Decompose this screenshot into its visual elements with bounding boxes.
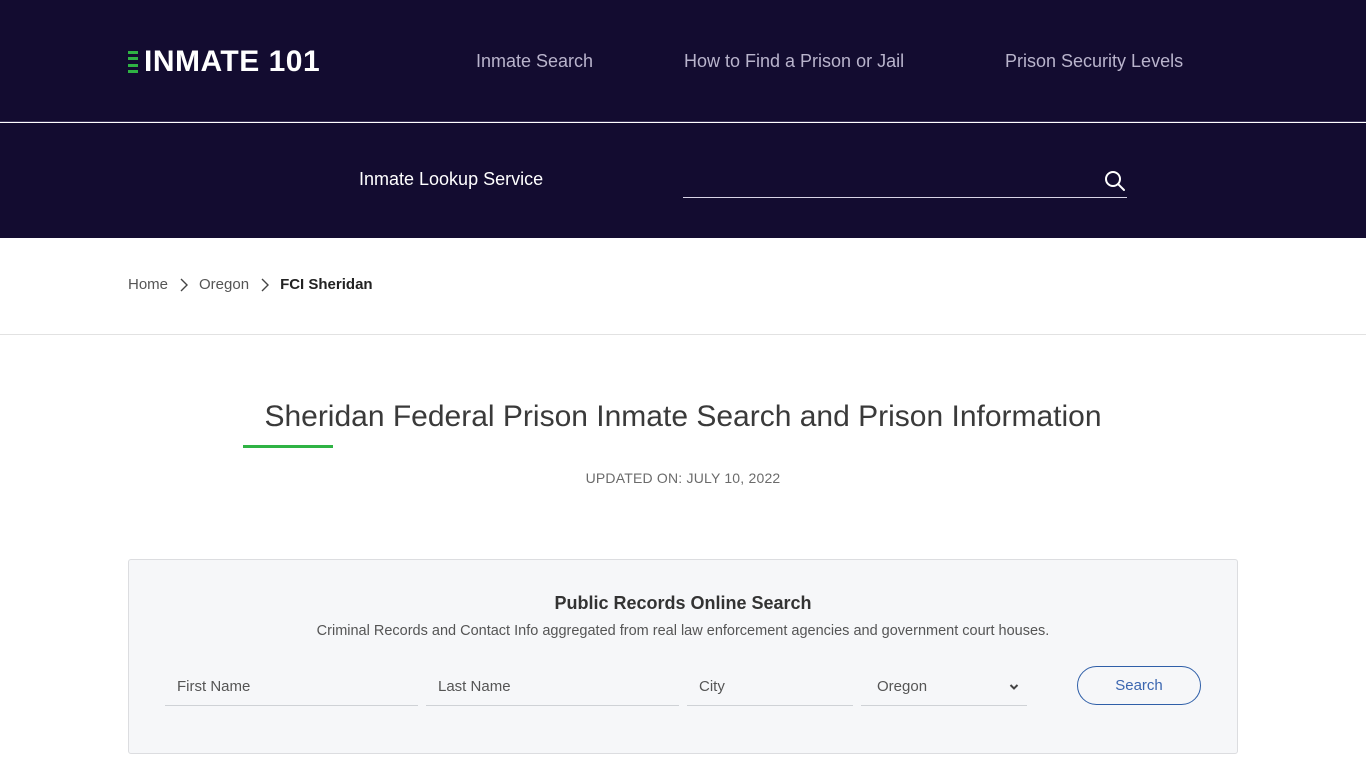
breadcrumb: Home Oregon FCI Sheridan (128, 276, 373, 293)
last-name-input[interactable] (426, 668, 679, 705)
breadcrumb-bar: Home Oregon FCI Sheridan (0, 238, 1366, 335)
city-input[interactable] (687, 668, 853, 705)
nav-prison-security-levels[interactable]: Prison Security Levels (1005, 48, 1183, 74)
state-select[interactable]: Oregon (861, 668, 1027, 705)
first-name-input[interactable] (165, 668, 418, 705)
first-name-field (165, 668, 418, 706)
nav-how-to-find-prison[interactable]: How to Find a Prison or Jail (684, 48, 904, 74)
search-button[interactable]: Search (1077, 666, 1201, 705)
state-field: Oregon (861, 668, 1027, 706)
lookup-search-field (683, 161, 1127, 198)
lookup-label: Inmate Lookup Service (359, 169, 544, 189)
main-nav: Inmate Search How to Find a Prison or Ja… (0, 48, 1366, 74)
chevron-right-icon (180, 278, 189, 291)
chevron-right-icon (261, 278, 270, 291)
inmate-lookup-bar: Inmate Lookup Service (0, 123, 1366, 238)
top-navbar: INMATE 101 Inmate Search How to Find a P… (0, 0, 1366, 122)
title-underline (243, 445, 333, 448)
records-title: Public Records Online Search (554, 593, 812, 613)
updated-date: UPDATED ON: JULY 10, 2022 (585, 470, 781, 486)
page-title: Sheridan Federal Prison Inmate Search an… (264, 400, 1102, 433)
breadcrumb-oregon[interactable]: Oregon (199, 276, 249, 293)
public-records-search-box: Public Records Online Search Criminal Re… (128, 559, 1238, 754)
breadcrumb-current: FCI Sheridan (280, 276, 373, 293)
records-subtitle: Criminal Records and Contact Info aggreg… (316, 623, 1050, 639)
search-icon[interactable] (1103, 169, 1127, 193)
city-field (687, 668, 853, 706)
breadcrumb-home[interactable]: Home (128, 276, 168, 293)
nav-inmate-search[interactable]: Inmate Search (476, 48, 593, 74)
lookup-search-input[interactable] (683, 161, 1083, 195)
last-name-field (426, 668, 679, 706)
